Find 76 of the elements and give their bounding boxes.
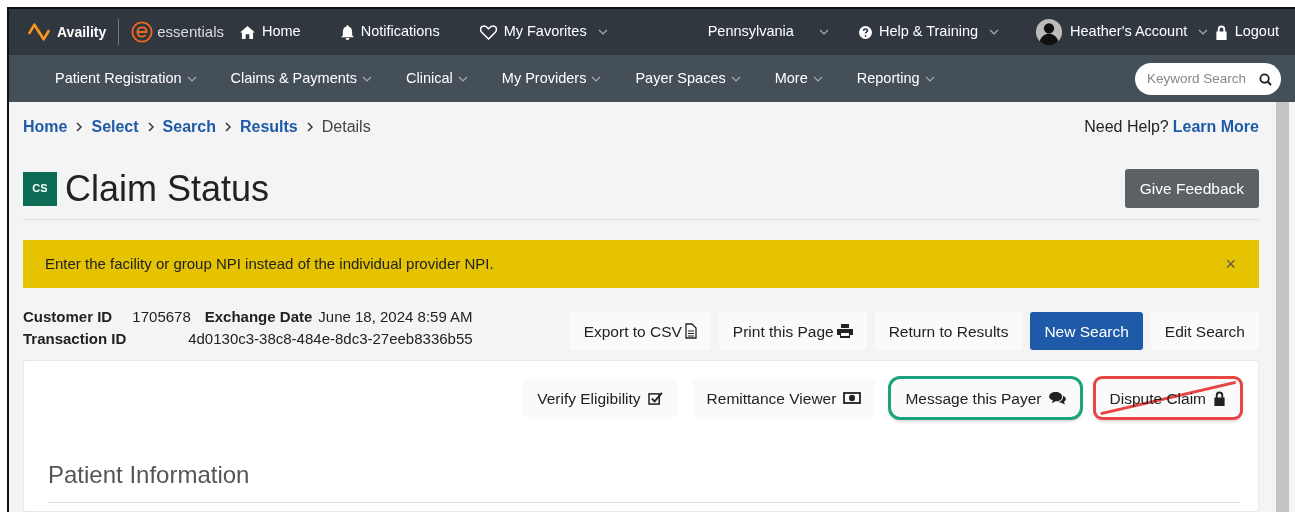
action-button[interactable]: Message this Payer: [891, 379, 1080, 418]
section-title: Patient Information: [48, 461, 1240, 503]
breadcrumb-link[interactable]: Select: [91, 115, 139, 139]
chevron-down-icon: [730, 75, 741, 82]
toolbar-button[interactable]: Edit Search: [1150, 312, 1259, 351]
chevron-down-icon: [924, 75, 935, 82]
chevron-down-icon: [362, 75, 373, 82]
top-nav-link[interactable]: Help & Training: [858, 21, 1000, 43]
top-nav-link[interactable]: My Favorites: [479, 21, 608, 43]
checkbox-icon: [647, 391, 663, 405]
top-nav-link[interactable]: Pennsylvania: [707, 21, 829, 43]
top-nav-link[interactable]: Logout: [1214, 21, 1279, 43]
avatar-icon: [1035, 18, 1064, 46]
chevron-down-icon: [597, 29, 608, 35]
detail-label: Exchange Date: [204, 307, 313, 328]
chevron-down-icon: [989, 29, 1000, 35]
action-button[interactable]: Dispute Claim: [1095, 379, 1240, 418]
chevron-right-icon: [147, 122, 154, 132]
logo-icon: [25, 21, 53, 43]
banknote-icon: [843, 392, 862, 405]
bell-icon: [340, 24, 354, 40]
page-title: Claim Status: [65, 167, 270, 211]
give-feedback-button[interactable]: Give Feedback: [1124, 168, 1259, 209]
chat-icon: [1048, 391, 1066, 405]
lock-icon: [1214, 24, 1228, 40]
chevron-down-icon: [818, 29, 829, 35]
printer-icon: [836, 324, 853, 339]
help-icon: [858, 25, 872, 39]
action-button[interactable]: Remittance Viewer: [692, 379, 876, 418]
toolbar-button[interactable]: Print this Page: [718, 312, 867, 351]
lock-icon: [1213, 390, 1226, 406]
breadcrumb-link[interactable]: Search: [162, 115, 216, 139]
e-logo-icon: [131, 21, 154, 43]
detail-label: Customer ID: [23, 307, 114, 328]
main-nav-link[interactable]: Claims & Payments: [230, 67, 373, 90]
chevron-right-icon: [306, 122, 313, 132]
chevron-down-icon: [591, 75, 602, 82]
alert-message: Enter the facility or group NPI instead of the individual provider NPI.: [45, 253, 494, 274]
main-nav-link[interactable]: My Providers: [501, 67, 602, 90]
detail-value: June 18, 2024 8:59 AM: [318, 307, 473, 328]
close-button[interactable]: ×: [1224, 254, 1237, 275]
brand-name: Availity: [57, 22, 107, 42]
product-name: essentials: [157, 21, 224, 42]
detail-value: 1705678: [132, 307, 191, 328]
app-badge: CS: [23, 171, 57, 206]
toolbar-button[interactable]: Export to CSV: [569, 312, 711, 351]
detail-value: 4d0130c3-38c8-484e-8dc3-27eeb8336b55: [188, 329, 473, 350]
top-nav-link[interactable]: Heather's Account: [1035, 18, 1209, 46]
home-icon: [240, 25, 255, 39]
main-nav-link[interactable]: More: [774, 67, 823, 90]
chevron-right-icon: [76, 122, 83, 132]
action-button[interactable]: Verify Eligibility: [523, 379, 677, 418]
main-nav-link[interactable]: Payer Spaces: [635, 67, 741, 90]
chevron-down-icon: [186, 75, 197, 82]
chevron-right-icon: [224, 122, 231, 132]
toolbar-button[interactable]: Return to Results: [874, 312, 1023, 351]
top-nav-link[interactable]: Home: [240, 21, 301, 43]
main-nav-link[interactable]: Clinical: [406, 67, 468, 90]
main-nav-link[interactable]: Patient Registration: [55, 67, 197, 90]
detail-label: Transaction ID: [23, 329, 127, 350]
help-text: Need Help?: [1084, 117, 1169, 137]
top-nav-link[interactable]: Notifications: [340, 21, 440, 43]
main-nav-link[interactable]: Reporting: [856, 67, 935, 90]
search-field[interactable]: Keyword Search: [1135, 62, 1281, 95]
chevron-down-icon: [457, 75, 468, 82]
document-icon: [684, 323, 697, 340]
search-icon: [1259, 72, 1272, 86]
heart-icon: [479, 24, 497, 40]
chevron-down-icon: [812, 75, 823, 82]
learn-more-link[interactable]: Learn More: [1172, 115, 1259, 139]
scrollbar[interactable]: [1276, 102, 1289, 512]
breadcrumb-link[interactable]: Results: [239, 115, 298, 139]
chevron-down-icon: [1198, 29, 1209, 35]
toolbar-button[interactable]: New Search: [1030, 312, 1143, 351]
breadcrumb-link[interactable]: Home: [23, 115, 68, 139]
breadcrumb-current: Details: [321, 117, 371, 137]
